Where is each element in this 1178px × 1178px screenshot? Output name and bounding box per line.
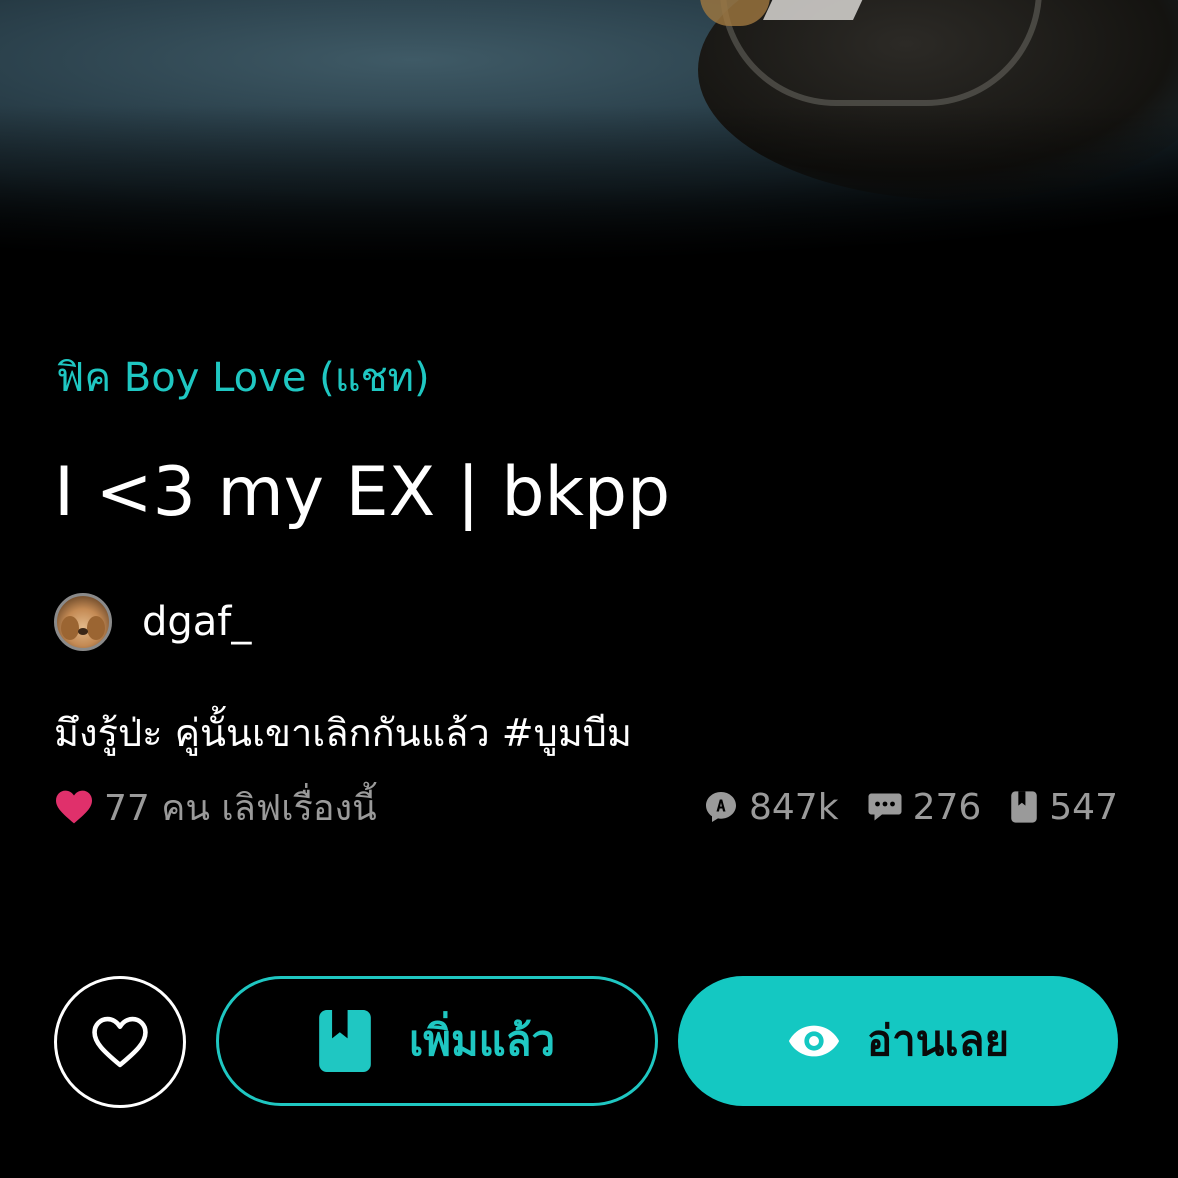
avatar[interactable] bbox=[54, 593, 112, 651]
cover-fade bbox=[0, 0, 1178, 300]
views-count: 847k bbox=[703, 787, 839, 828]
avatar-detail bbox=[61, 616, 79, 640]
library-button-label: เพิ่มแล้ว bbox=[408, 1016, 556, 1065]
read-now-button[interactable]: อ่านเลย bbox=[678, 976, 1118, 1106]
add-to-library-button[interactable]: เพิ่มแล้ว bbox=[216, 976, 658, 1106]
views-value: 847k bbox=[749, 786, 839, 828]
story-category[interactable]: ฟิค Boy Love (แชท) bbox=[56, 350, 430, 406]
comments-count: 276 bbox=[867, 786, 982, 828]
story-title: I <3 my EX | bkpp bbox=[54, 453, 671, 532]
comment-icon bbox=[868, 793, 902, 821]
read-button-label: อ่านเลย bbox=[866, 1016, 1010, 1065]
book-icon bbox=[319, 1010, 371, 1072]
cover-image bbox=[0, 0, 1178, 300]
story-description: มึงรู้ป่ะ คู่นั้นเขาเลิกกันแล้ว #บูมบีม bbox=[54, 711, 632, 755]
bookmarks-count: 547 bbox=[1009, 787, 1118, 828]
eye-icon bbox=[788, 1025, 839, 1057]
avatar-detail bbox=[78, 628, 88, 635]
author-name[interactable]: dgaf_ bbox=[142, 599, 251, 645]
stats-row: 77 คน เลิฟเรื่องนี้ 847k 276 547 bbox=[54, 780, 1118, 834]
comments-value: 276 bbox=[912, 786, 982, 828]
bookmarks-value: 547 bbox=[1049, 786, 1118, 828]
story-counts: 847k 276 547 bbox=[675, 787, 1118, 828]
heart-outline-icon bbox=[92, 1016, 148, 1068]
heart-icon bbox=[56, 790, 92, 824]
avatar-detail bbox=[87, 616, 105, 640]
likes-summary: 77 คน เลิฟเรื่องนี้ bbox=[54, 779, 377, 836]
likes-text: 77 คน เลิฟเรื่องนี้ bbox=[104, 787, 377, 829]
views-icon bbox=[706, 792, 736, 822]
story-detail-page: ฟิค Boy Love (แชท) I <3 my EX | bkpp dga… bbox=[0, 0, 1178, 1178]
favorite-button[interactable] bbox=[54, 976, 186, 1108]
action-bar: เพิ่มแล้ว อ่านเลย bbox=[54, 976, 1118, 1108]
bookmark-icon bbox=[1011, 791, 1038, 823]
author-row[interactable]: dgaf_ bbox=[54, 590, 251, 654]
